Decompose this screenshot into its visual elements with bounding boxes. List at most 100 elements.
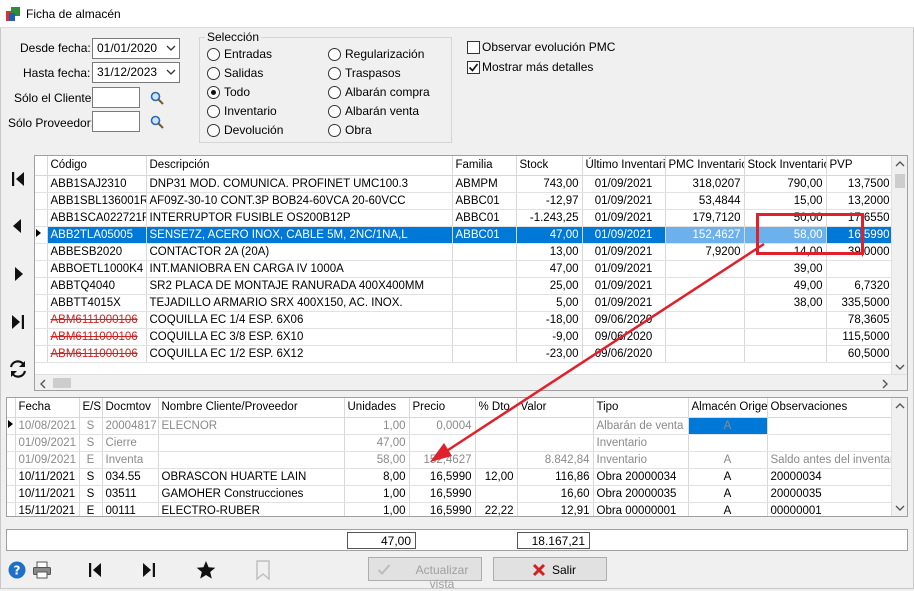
- radio-regularizaci-n[interactable]: [328, 48, 341, 61]
- table-row[interactable]: ABB1SCA022721R INTERRUPTOR FUSIBLE OS200B…: [35, 209, 894, 227]
- column-header[interactable]: PMC Inventario: [665, 156, 745, 176]
- radio-albar-n-venta[interactable]: [328, 105, 341, 118]
- radio-devoluci-n[interactable]: [207, 124, 220, 137]
- radio-label[interactable]: Obra: [345, 123, 372, 137]
- radio-label[interactable]: Inventario: [224, 104, 277, 118]
- table-row[interactable]: ABB2TLA05005 SENSE7Z, ACERO INOX, CABLE 5…: [35, 226, 894, 244]
- column-header[interactable]: Fecha: [15, 398, 80, 418]
- chevron-right-icon[interactable]: [881, 379, 889, 389]
- table-cell: [475, 434, 518, 452]
- column-header[interactable]: Último Inventario: [582, 156, 666, 176]
- last-record-icon[interactable]: [138, 559, 160, 581]
- chevron-down-icon[interactable]: [165, 42, 177, 55]
- table-row[interactable]: ABM6111000106 COQUILLA EC 1/2 ESP. 6X12 -2…: [35, 345, 894, 363]
- radio-albar-n-compra[interactable]: [328, 86, 341, 99]
- column-header[interactable]: Código: [47, 156, 147, 176]
- radio-traspasos[interactable]: [328, 67, 341, 80]
- table-cell: INTERRUPTOR FUSIBLE OS200B12P: [146, 209, 453, 227]
- hasta-fecha-picker[interactable]: 31/12/2023: [92, 62, 180, 83]
- refresh-icon[interactable]: [6, 357, 30, 381]
- movements-grid[interactable]: Fecha E/S Docmtov Nombre Cliente/Proveedor U…: [6, 397, 908, 517]
- articles-vscrollbar[interactable]: [891, 156, 907, 376]
- table-row[interactable]: 15/11/2021 E 00111 ELECTRO-RUBER 1,00 16,5990…: [7, 502, 894, 516]
- search-icon[interactable]: [150, 91, 164, 105]
- column-header[interactable]: E/S: [79, 398, 103, 418]
- table-row[interactable]: ABBTT4015X TEJADILLO ARMARIO SRX 400X150,…: [35, 294, 894, 312]
- search-icon[interactable]: [150, 115, 164, 129]
- radio-label[interactable]: Regularización: [345, 47, 424, 61]
- movements-vscrollbar[interactable]: [891, 398, 907, 516]
- table-row[interactable]: ABBOETL1000K4 INT.MANIOBRA EN CARGA IV 10…: [35, 260, 894, 278]
- table-cell: 25,00: [516, 277, 583, 295]
- table-row[interactable]: ABM6111000106 COQUILLA EC 1/4 ESP. 6X06 -1…: [35, 311, 894, 329]
- column-header[interactable]: Descripción: [146, 156, 453, 176]
- column-header[interactable]: Stock Inventario: [744, 156, 827, 176]
- chevron-up-icon[interactable]: [895, 402, 905, 410]
- chevron-down-icon[interactable]: [895, 504, 905, 512]
- chevron-left-icon[interactable]: [39, 379, 47, 389]
- chevron-down-icon[interactable]: [895, 363, 905, 371]
- column-header[interactable]: PVP: [826, 156, 894, 176]
- help-icon[interactable]: ?: [8, 561, 26, 579]
- salir-button[interactable]: Salir: [493, 557, 607, 581]
- radio-label[interactable]: Albarán venta: [345, 104, 419, 118]
- table-row[interactable]: ABBTQ4040 SR2 PLACA DE MONTAJE RANURADA 4…: [35, 277, 894, 295]
- table-row[interactable]: 01/09/2021 E Inventa 58,00 152,4627 8.842,84 I…: [7, 451, 894, 469]
- desde-fecha-picker[interactable]: 01/01/2020: [92, 38, 180, 59]
- articles-hscrollbar[interactable]: [35, 374, 907, 390]
- column-header[interactable]: Precio: [409, 398, 476, 418]
- radio-label[interactable]: Albarán compra: [345, 85, 430, 99]
- radio-inventario[interactable]: [207, 105, 220, 118]
- cliente-input[interactable]: [92, 87, 140, 108]
- star-icon[interactable]: [195, 559, 217, 581]
- radio-entradas[interactable]: [207, 48, 220, 61]
- scroll-thumb[interactable]: [53, 378, 71, 388]
- table-row[interactable]: ABBESB2020 CONTACTOR 2A (20A) 13,00 01/09/2…: [35, 243, 894, 261]
- column-header[interactable]: Stock: [516, 156, 583, 176]
- table-row[interactable]: ABM6111000106 COQUILLA EC 3/8 ESP. 6X10 -9…: [35, 328, 894, 346]
- column-header[interactable]: Almacén Origen: [688, 398, 768, 418]
- table-row[interactable]: 10/08/2021 S 20004817 ELECNOR 1,00 0,0004 Alba…: [7, 417, 894, 435]
- table-cell: S: [79, 468, 103, 486]
- next-record-icon[interactable]: [6, 262, 30, 286]
- radio-label[interactable]: Devolución: [224, 123, 283, 137]
- proveedor-input[interactable]: [92, 111, 140, 132]
- radio-obra[interactable]: [328, 124, 341, 137]
- table-row[interactable]: ABB1SAJ2310 DNP31 MOD. COMUNICA. PROFINET…: [35, 175, 894, 193]
- detalles-checkbox[interactable]: [467, 61, 480, 74]
- previous-record-icon[interactable]: [6, 214, 30, 238]
- first-record-icon[interactable]: [6, 167, 30, 191]
- column-header[interactable]: Familia: [452, 156, 517, 176]
- radio-todo[interactable]: [207, 86, 220, 99]
- table-cell: 00000001: [767, 502, 894, 516]
- table-cell: [452, 345, 517, 363]
- last-record-icon[interactable]: [6, 310, 30, 334]
- chevron-up-icon[interactable]: [895, 160, 905, 168]
- column-header[interactable]: Tipo: [593, 398, 689, 418]
- column-header[interactable]: Docmtov: [102, 398, 159, 418]
- first-record-icon[interactable]: [84, 559, 106, 581]
- print-icon[interactable]: [32, 561, 52, 579]
- actualizar-vista-button[interactable]: Actualizar vista: [368, 557, 482, 591]
- radio-label[interactable]: Traspasos: [345, 66, 401, 80]
- table-row[interactable]: 10/11/2021 S 034.55 OBRASCON HUARTE LAIN 8,0…: [7, 468, 894, 486]
- pmc-checkbox[interactable]: [467, 41, 480, 54]
- table-row[interactable]: ABB1SBL136001R AF09Z-30-10 CONT.3P BOB24-…: [35, 192, 894, 210]
- table-row[interactable]: 01/09/2021 S Cierre 47,00 Inventario: [7, 434, 894, 452]
- table-cell: -23,00: [516, 345, 583, 363]
- table-cell: 47,00: [516, 226, 583, 244]
- radio-label[interactable]: Salidas: [224, 66, 263, 80]
- column-header[interactable]: Unidades: [344, 398, 410, 418]
- hasta-fecha-value: 31/12/2023: [97, 65, 158, 79]
- chevron-down-icon[interactable]: [165, 66, 177, 79]
- column-header[interactable]: Valor: [517, 398, 594, 418]
- radio-label[interactable]: Entradas: [224, 47, 272, 61]
- table-row[interactable]: 10/11/2021 S 03511 GAMOHER Construcciones 1,…: [7, 485, 894, 503]
- radio-label[interactable]: Todo: [224, 85, 250, 99]
- radio-salidas[interactable]: [207, 67, 220, 80]
- column-header[interactable]: % Dto.: [475, 398, 518, 418]
- scroll-thumb[interactable]: [895, 174, 905, 188]
- articles-grid[interactable]: Código Descripción Familia Stock Último Inve…: [34, 155, 908, 391]
- column-header[interactable]: Nombre Cliente/Proveedor: [158, 398, 345, 418]
- column-header[interactable]: Observaciones: [767, 398, 894, 418]
